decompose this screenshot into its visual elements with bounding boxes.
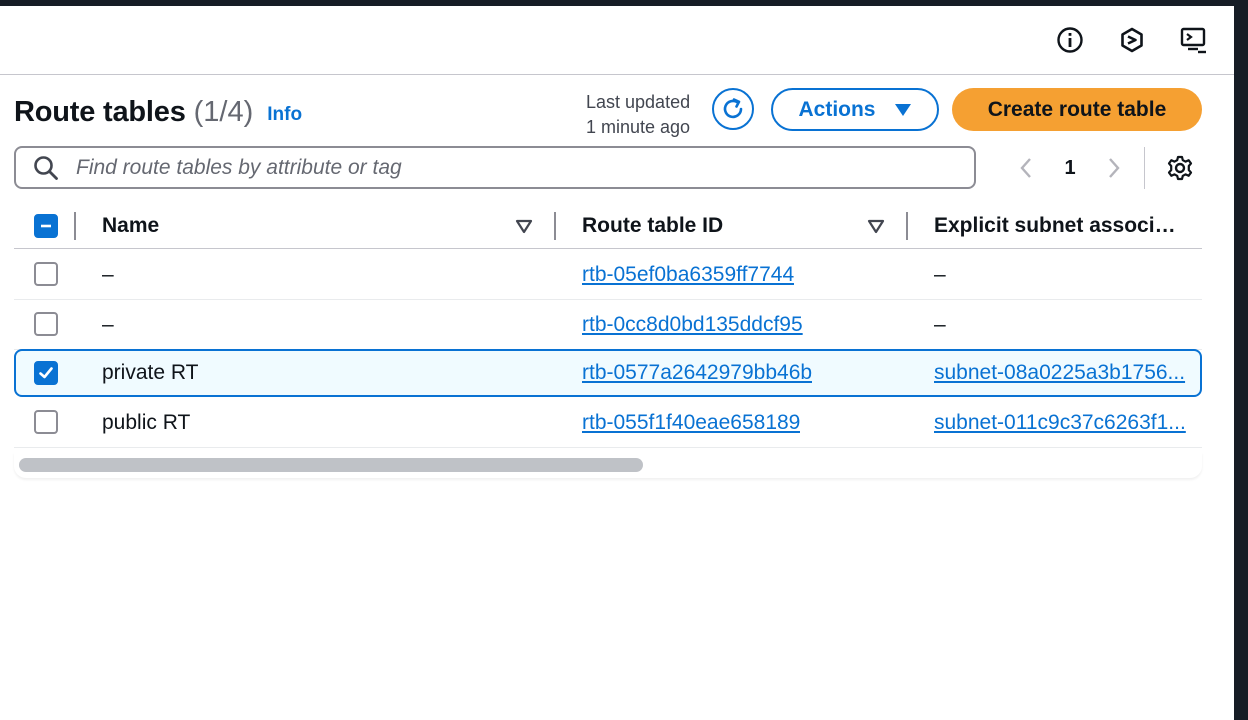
next-page-button[interactable] — [1098, 148, 1130, 188]
gear-icon — [1167, 155, 1193, 181]
column-divider[interactable] — [554, 212, 556, 240]
previous-page-button[interactable] — [1010, 148, 1042, 188]
row-checkbox[interactable] — [34, 361, 58, 385]
route-table-id-link[interactable]: rtb-0577a2642979bb46b — [582, 351, 812, 395]
search-input[interactable] — [74, 154, 938, 181]
table-row[interactable]: – rtb-05ef0ba6359ff7744 – — [14, 250, 1202, 300]
subnet-link[interactable]: subnet-08a0225a3b1756... — [934, 351, 1200, 395]
column-header-route-table-id[interactable]: Route table ID — [582, 204, 852, 248]
header-icons — [1052, 22, 1212, 58]
create-route-table-button[interactable]: Create route table — [952, 88, 1202, 131]
info-link[interactable]: Info — [267, 104, 302, 126]
pagination-divider — [1144, 147, 1145, 189]
select-all-checkbox[interactable] — [34, 214, 58, 238]
remote-console-icon[interactable] — [1176, 22, 1212, 58]
actions-label: Actions — [798, 97, 876, 121]
subnet-link[interactable]: subnet-011c9c37c6263f1... — [934, 398, 1202, 447]
page-header: Route tables (1/4) Info — [14, 90, 302, 134]
cell-name: private RT — [102, 361, 199, 384]
scrollbar-thumb[interactable] — [19, 458, 643, 472]
top-bar — [0, 0, 1248, 6]
table-row-selected[interactable]: private RT rtb-0577a2642979bb46b subnet-… — [14, 349, 1202, 397]
last-updated-label: Last updated — [586, 92, 691, 112]
search-box — [14, 146, 976, 189]
refresh-icon — [723, 98, 743, 119]
indeterminate-icon — [41, 224, 51, 228]
table-row[interactable]: public RT rtb-055f1f40eae658189 subnet-0… — [14, 398, 1202, 448]
chevron-right-icon — [1109, 158, 1120, 178]
column-divider[interactable] — [906, 212, 908, 240]
cell-subnet: – — [934, 262, 946, 286]
column-header-name[interactable]: Name — [102, 204, 502, 248]
table-row[interactable]: – rtb-0cc8d0bd135ddcf95 – — [14, 300, 1202, 350]
last-updated: Last updated 1 minute ago — [586, 90, 706, 140]
header-divider — [0, 74, 1234, 75]
cloudshell-hex-icon[interactable] — [1114, 22, 1150, 58]
cell-name: public RT — [102, 410, 191, 434]
horizontal-scrollbar[interactable] — [14, 452, 1202, 478]
cell-name: – — [102, 262, 114, 286]
column-divider[interactable] — [74, 212, 76, 240]
route-table-id-link[interactable]: rtb-055f1f40eae658189 — [582, 398, 800, 447]
sort-icon[interactable] — [514, 216, 534, 236]
route-table-id-link[interactable]: rtb-0cc8d0bd135ddcf95 — [582, 300, 803, 349]
refresh-button[interactable] — [712, 88, 754, 130]
page-title: Route tables — [14, 95, 186, 128]
selection-count: (1/4) — [193, 95, 254, 128]
window-edge — [1234, 0, 1248, 720]
cell-name: – — [102, 312, 114, 336]
search-icon — [32, 154, 60, 182]
preferences-button[interactable] — [1162, 150, 1198, 186]
checkmark-icon — [39, 367, 53, 379]
chevron-left-icon — [1020, 158, 1031, 178]
row-checkbox[interactable] — [34, 410, 58, 434]
actions-button[interactable]: Actions — [771, 88, 939, 131]
current-page[interactable]: 1 — [1042, 157, 1098, 180]
column-header-explicit-subnet[interactable]: Explicit subnet associ… — [934, 204, 1202, 248]
table-header: Name Route table ID Explicit subnet asso… — [14, 204, 1202, 249]
cell-subnet: – — [934, 312, 946, 336]
row-checkbox[interactable] — [34, 262, 58, 286]
route-table-id-link[interactable]: rtb-05ef0ba6359ff7744 — [582, 250, 794, 299]
pagination: 1 — [1010, 148, 1130, 188]
caret-down-icon — [894, 103, 911, 116]
info-circle-icon[interactable] — [1052, 22, 1088, 58]
sort-icon[interactable] — [866, 216, 886, 236]
row-checkbox[interactable] — [34, 312, 58, 336]
last-updated-time: 1 minute ago — [586, 117, 691, 137]
